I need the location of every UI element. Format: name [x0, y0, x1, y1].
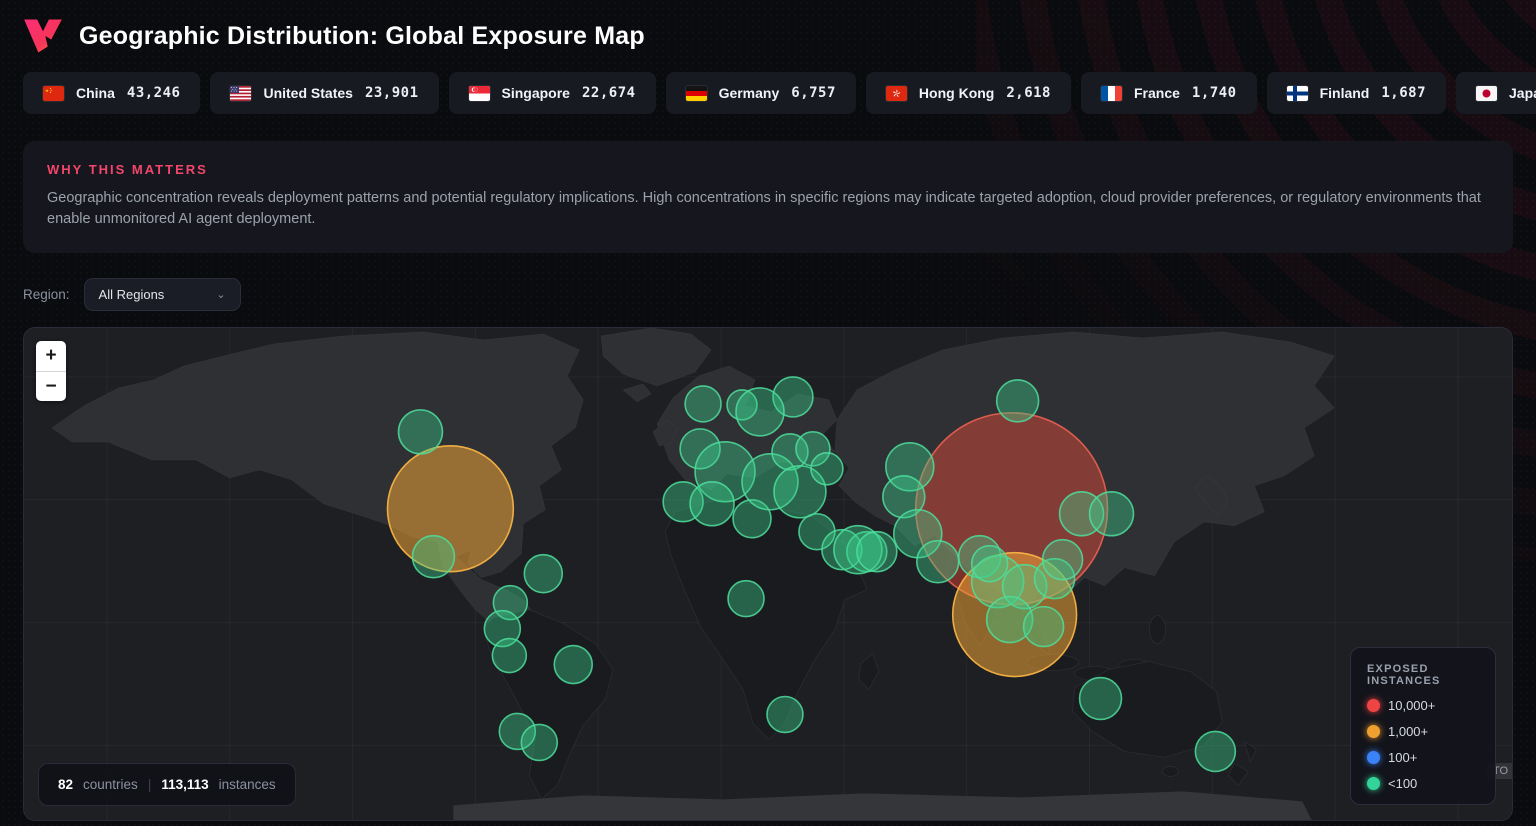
instances-count-label: instances: [219, 777, 276, 792]
countries-count-label: countries: [83, 777, 138, 792]
legend-label: <100: [1388, 776, 1417, 791]
exposure-bubble-green[interactable]: [1195, 731, 1235, 771]
exposure-bubble-green[interactable]: [917, 541, 959, 583]
country-value: 1,687: [1381, 85, 1426, 101]
why-this-matters-callout: WHY THIS MATTERS Geographic concentratio…: [23, 141, 1513, 253]
green-dot-icon: [1367, 777, 1380, 790]
country-name: Hong Kong: [919, 85, 994, 101]
world-exposure-map[interactable]: + − TO 82 countries | 113,113 instances …: [23, 327, 1513, 821]
exposure-bubble-green[interactable]: [398, 410, 442, 454]
legend-item-100: 100+: [1367, 750, 1479, 765]
blue-dot-icon: [1367, 751, 1380, 764]
exposure-bubble-green[interactable]: [811, 453, 843, 485]
country-card-germany: Germany 6,757: [666, 72, 856, 114]
orange-dot-icon: [1367, 725, 1380, 738]
exposure-bubble-green[interactable]: [1080, 678, 1122, 720]
country-name: United States: [263, 85, 352, 101]
country-name: China: [76, 85, 115, 101]
callout-title: WHY THIS MATTERS: [47, 162, 1489, 177]
region-select[interactable]: All Regions ⌄: [84, 278, 241, 311]
chevron-down-icon: ⌄: [216, 288, 225, 301]
region-select-value: All Regions: [99, 287, 165, 302]
stats-divider: |: [148, 777, 152, 792]
filter-row: Region: All Regions ⌄: [23, 278, 1513, 311]
finland-flag-icon: [1287, 86, 1308, 101]
countries-count: 82: [58, 777, 73, 792]
instances-count: 113,113: [161, 777, 208, 792]
country-card-finland: Finland 1,687: [1267, 72, 1446, 114]
france-flag-icon: [1101, 86, 1122, 101]
united-states-flag-icon: [230, 86, 251, 101]
legend-label: 1,000+: [1388, 724, 1428, 739]
legend-title: EXPOSED INSTANCES: [1367, 663, 1479, 687]
red-dot-icon: [1367, 699, 1380, 712]
exposure-bubble-green[interactable]: [690, 482, 734, 526]
country-card-hong-kong: Hong Kong 2,618: [866, 72, 1071, 114]
exposure-bubble-green[interactable]: [492, 639, 526, 673]
exposure-bubble-green[interactable]: [767, 697, 803, 733]
map-stats-chip: 82 countries | 113,113 instances: [38, 763, 296, 806]
exposure-bubble-green[interactable]: [857, 532, 897, 572]
country-name: France: [1134, 85, 1180, 101]
exposure-bubble-green[interactable]: [997, 380, 1039, 422]
country-name: Finland: [1320, 85, 1370, 101]
legend-item-under-100: <100: [1367, 776, 1479, 791]
exposure-bubble-green[interactable]: [554, 646, 592, 684]
country-value: 6,757: [791, 85, 836, 101]
country-card-japan: Japan 1,410: [1456, 72, 1536, 114]
legend-item-10000: 10,000+: [1367, 698, 1479, 713]
legend-label: 100+: [1388, 750, 1417, 765]
region-label: Region:: [23, 287, 70, 302]
exposure-bubble-green[interactable]: [728, 581, 764, 617]
zoom-in-button[interactable]: +: [36, 341, 66, 371]
exposure-bubble-green[interactable]: [736, 388, 784, 436]
exposure-bubble-green[interactable]: [685, 386, 721, 422]
exposure-bubble-green[interactable]: [1043, 540, 1083, 580]
hong-kong-flag-icon: [886, 86, 907, 101]
page-header: Geographic Distribution: Global Exposure…: [23, 0, 1513, 68]
exposure-bubble-green[interactable]: [1024, 607, 1064, 647]
callout-body: Geographic concentration reveals deploym…: [47, 188, 1489, 230]
country-card-china: China 43,246: [23, 72, 200, 114]
country-value: 23,901: [365, 85, 419, 101]
brand-logo-icon: [23, 18, 63, 54]
page-title: Geographic Distribution: Global Exposure…: [79, 22, 645, 51]
legend-item-1000: 1,000+: [1367, 724, 1479, 739]
country-value: 2,618: [1006, 85, 1051, 101]
exposure-bubble-green[interactable]: [412, 536, 454, 578]
country-cards-row: China 43,246 United States 23,901 Singap…: [23, 72, 1513, 114]
country-name: Japan: [1509, 85, 1536, 101]
country-card-france: France 1,740: [1081, 72, 1257, 114]
exposure-bubble-green[interactable]: [524, 555, 562, 593]
country-name: Singapore: [502, 85, 570, 101]
zoom-out-button[interactable]: −: [36, 371, 66, 401]
japan-flag-icon: [1476, 86, 1497, 101]
country-card-united-states: United States 23,901: [210, 72, 438, 114]
singapore-flag-icon: [469, 86, 490, 101]
country-card-singapore: Singapore 22,674: [449, 72, 656, 114]
exposure-bubble-green[interactable]: [1090, 492, 1134, 536]
exposure-bubble-green[interactable]: [521, 724, 557, 760]
country-value: 43,246: [127, 85, 181, 101]
legend-label: 10,000+: [1388, 698, 1435, 713]
country-name: Germany: [719, 85, 780, 101]
exposure-bubble-layer[interactable]: [24, 328, 1512, 821]
exposure-bubble-green[interactable]: [972, 546, 1008, 582]
country-value: 22,674: [582, 85, 636, 101]
map-zoom-control: + −: [36, 341, 66, 401]
country-value: 1,740: [1192, 85, 1237, 101]
germany-flag-icon: [686, 86, 707, 101]
china-flag-icon: [43, 86, 64, 101]
map-legend: EXPOSED INSTANCES 10,000+ 1,000+ 100+ <1…: [1350, 647, 1496, 805]
